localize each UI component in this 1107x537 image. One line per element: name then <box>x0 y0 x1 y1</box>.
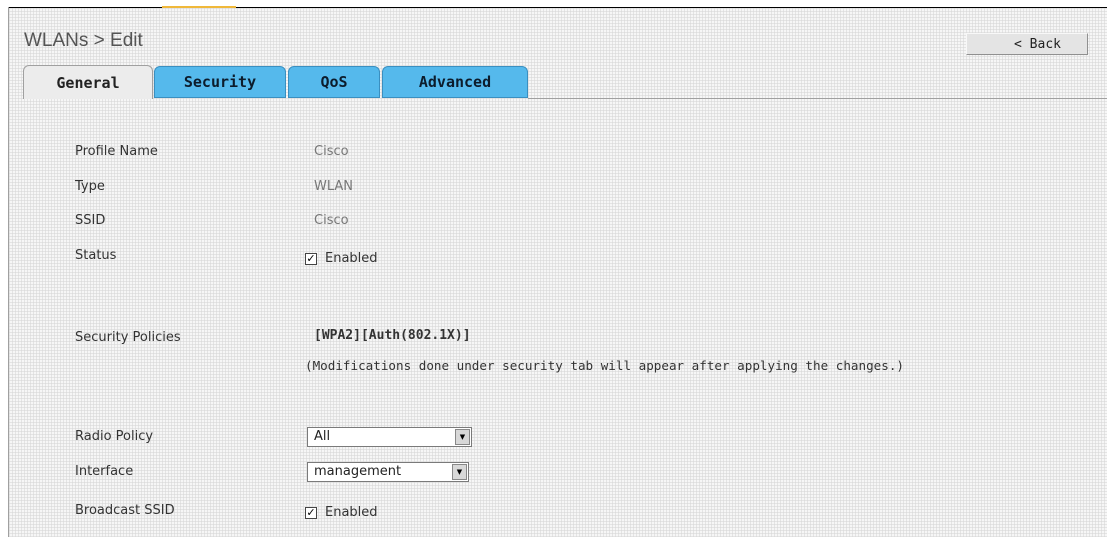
tab-general[interactable]: General <box>23 65 153 99</box>
page-title: WLANs > Edit <box>24 30 143 51</box>
tab-advanced[interactable]: Advanced <box>382 66 528 98</box>
status-label: Status <box>75 248 117 263</box>
security-policies-note: (Modifications done under security tab w… <box>305 358 904 373</box>
menu-accent-bar <box>162 6 236 8</box>
back-button[interactable]: < Back <box>966 33 1088 55</box>
broadcast-ssid-checkbox-label: Enabled <box>325 505 378 520</box>
ssid-value: Cisco <box>314 213 349 228</box>
checkmark-icon: ✓ <box>306 251 316 265</box>
broadcast-ssid-control: ✓ Enabled <box>305 505 378 520</box>
tab-security[interactable]: Security <box>154 66 286 98</box>
status-control: ✓ Enabled <box>305 251 378 266</box>
broadcast-ssid-checkbox[interactable]: ✓ <box>305 505 317 519</box>
interface-select[interactable]: management ▼ <box>307 462 469 482</box>
tab-qos[interactable]: QoS <box>288 66 380 98</box>
checkmark-icon: ✓ <box>306 505 316 519</box>
broadcast-ssid-label: Broadcast SSID <box>75 503 175 518</box>
profile-name-value: Cisco <box>314 144 349 159</box>
radio-policy-label: Radio Policy <box>75 429 154 444</box>
status-checkbox-label: Enabled <box>325 251 378 266</box>
general-panel: Profile Name Cisco Type WLAN SSID Cisco … <box>0 99 1107 537</box>
dropdown-arrow-icon[interactable]: ▼ <box>452 464 467 480</box>
status-checkbox[interactable]: ✓ <box>305 251 317 265</box>
dropdown-arrow-icon[interactable]: ▼ <box>455 429 470 445</box>
ssid-label: SSID <box>75 213 106 228</box>
profile-name-label: Profile Name <box>75 144 158 159</box>
radio-policy-selected: All <box>314 429 331 444</box>
radio-policy-select[interactable]: All ▼ <box>307 427 472 447</box>
type-value: WLAN <box>314 179 354 194</box>
security-policies-value: [WPA2][Auth(802.1X)] <box>314 328 471 343</box>
interface-selected: management <box>314 464 402 479</box>
security-policies-label: Security Policies <box>75 330 181 345</box>
interface-label: Interface <box>75 464 134 479</box>
type-label: Type <box>75 179 105 194</box>
